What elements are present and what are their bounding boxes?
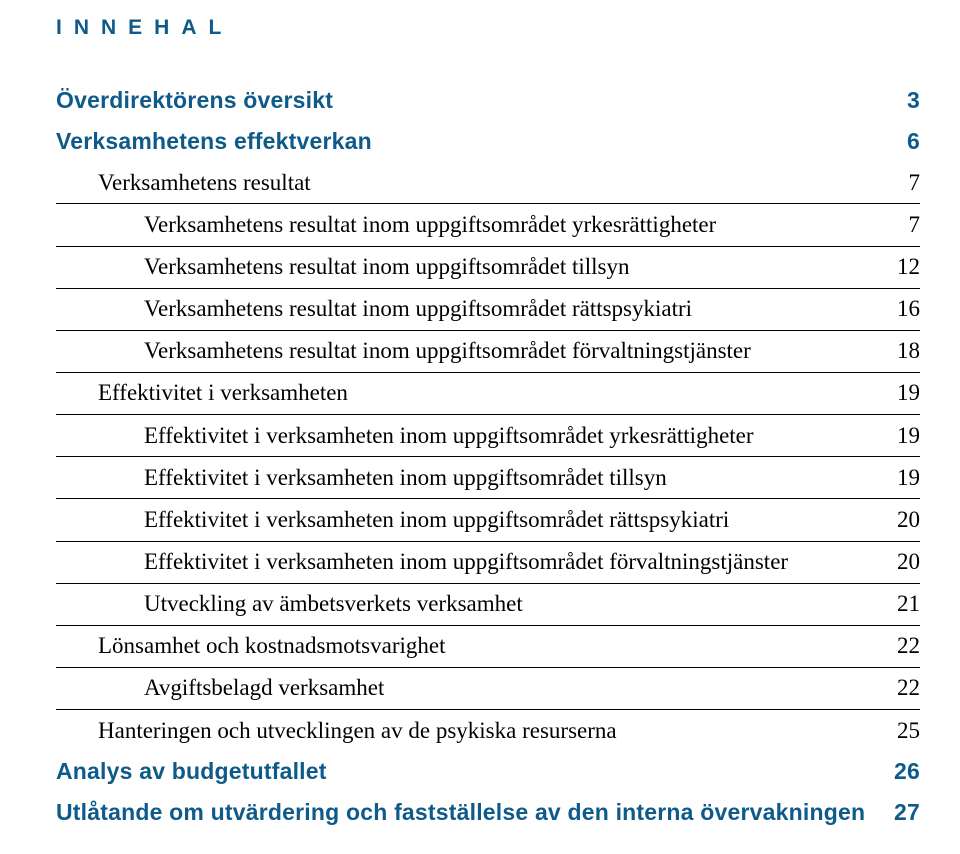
toc-entry: Effektivitet i verksamheten inom uppgift… [56, 415, 920, 457]
toc-entry-label: Avgiftsbelagd verksamhet [144, 670, 384, 706]
toc-entry-page: 16 [883, 291, 920, 327]
toc-entry-label: Verksamhetens resultat inom uppgiftsområ… [144, 207, 716, 243]
toc-entry-label: Utlåtande om utvärdering och fastställel… [56, 795, 865, 831]
toc-entry: Verksamhetens resultat inom uppgiftsområ… [56, 331, 920, 373]
toc-entry-page: 12 [883, 249, 920, 285]
toc-entry: Verksamhetens resultat inom uppgiftsområ… [56, 247, 920, 289]
toc-entry-label: Effektivitet i verksamheten inom uppgift… [144, 460, 667, 496]
toc-entry-page: 22 [883, 670, 920, 706]
toc-entry-label: Lönsamhet och kostnadsmotsvarighet [98, 628, 446, 664]
toc-entry: Verksamhetens resultat inom uppgiftsområ… [56, 204, 920, 246]
toc-entry-label: Verksamhetens resultat inom uppgiftsområ… [144, 249, 629, 285]
toc-entry: Verksamhetens resultat 7 [56, 162, 920, 204]
toc-entry: Effektivitet i verksamheten inom uppgift… [56, 457, 920, 499]
toc-entry-label: Verksamhetens resultat [98, 165, 311, 201]
toc-entry-page: 7 [895, 165, 921, 201]
toc-entry: Överdirektörens översikt 3 [56, 80, 920, 121]
toc-entry-page: 3 [893, 83, 920, 119]
toc-entry: Utveckling av ämbetsverkets verksamhet 21 [56, 584, 920, 626]
toc-entry-label: Effektivitet i verksamheten inom uppgift… [144, 502, 729, 538]
toc-entry: Verksamhetens resultat inom uppgiftsområ… [56, 289, 920, 331]
toc-entry-page: 22 [883, 628, 920, 664]
toc-entry-label: Effektivitet i verksamheten inom uppgift… [144, 418, 754, 454]
toc-entry-page: 25 [883, 713, 920, 749]
toc-entry-label: Utveckling av ämbetsverkets verksamhet [144, 586, 523, 622]
page-root: INNEHAL Överdirektörens översikt3Verksam… [0, 0, 960, 854]
toc-entry-label: Effektivitet i verksamheten inom uppgift… [144, 544, 788, 580]
toc-entry-page: 20 [883, 544, 920, 580]
toc-entry-page: 6 [893, 124, 920, 160]
toc-entry-label: Effektivitet i verksamheten [98, 375, 348, 411]
toc-entry: Effektivitet i verksamheten inom uppgift… [56, 542, 920, 584]
toc-entry-label: Verksamhetens resultat inom uppgiftsområ… [144, 333, 751, 369]
toc-entry-page: 19 [883, 418, 920, 454]
toc-entry: Utlåtande om utvärdering och fastställel… [56, 792, 920, 833]
toc-entry: Lönsamhet och kostnadsmotsvarighet 22 [56, 626, 920, 668]
toc-entry-page: 27 [880, 795, 920, 831]
toc-entry: Effektivitet i verksamheten inom uppgift… [56, 499, 920, 541]
toc-entry: Avgiftsbelagd verksamhet 22 [56, 668, 920, 710]
toc-entry: Analys av budgetutfallet 26 [56, 751, 920, 792]
toc-list: Överdirektörens översikt3Verksamhetens e… [56, 80, 920, 834]
toc-entry-label: Hanteringen och utvecklingen av de psyki… [98, 713, 617, 749]
toc-entry: Effektivitet i verksamheten 19 [56, 373, 920, 415]
toc-entry-label: Verksamhetens resultat inom uppgiftsområ… [144, 291, 692, 327]
toc-entry-page: 21 [883, 586, 920, 622]
toc-entry-page: 20 [883, 502, 920, 538]
toc-entry-page: 26 [880, 754, 920, 790]
toc-entry-page: 18 [883, 333, 920, 369]
toc-entry-label: Verksamhetens effektverkan [56, 124, 372, 160]
toc-entry-page: 7 [895, 207, 921, 243]
toc-entry: Verksamhetens effektverkan 6 [56, 121, 920, 162]
toc-entry-label: Analys av budgetutfallet [56, 754, 327, 790]
toc-entry: Hanteringen och utvecklingen av de psyki… [56, 710, 920, 751]
toc-entry-page: 19 [883, 460, 920, 496]
toc-entry-label: Överdirektörens översikt [56, 83, 333, 119]
toc-entry-page: 19 [883, 375, 920, 411]
section-header: INNEHAL [56, 16, 920, 40]
